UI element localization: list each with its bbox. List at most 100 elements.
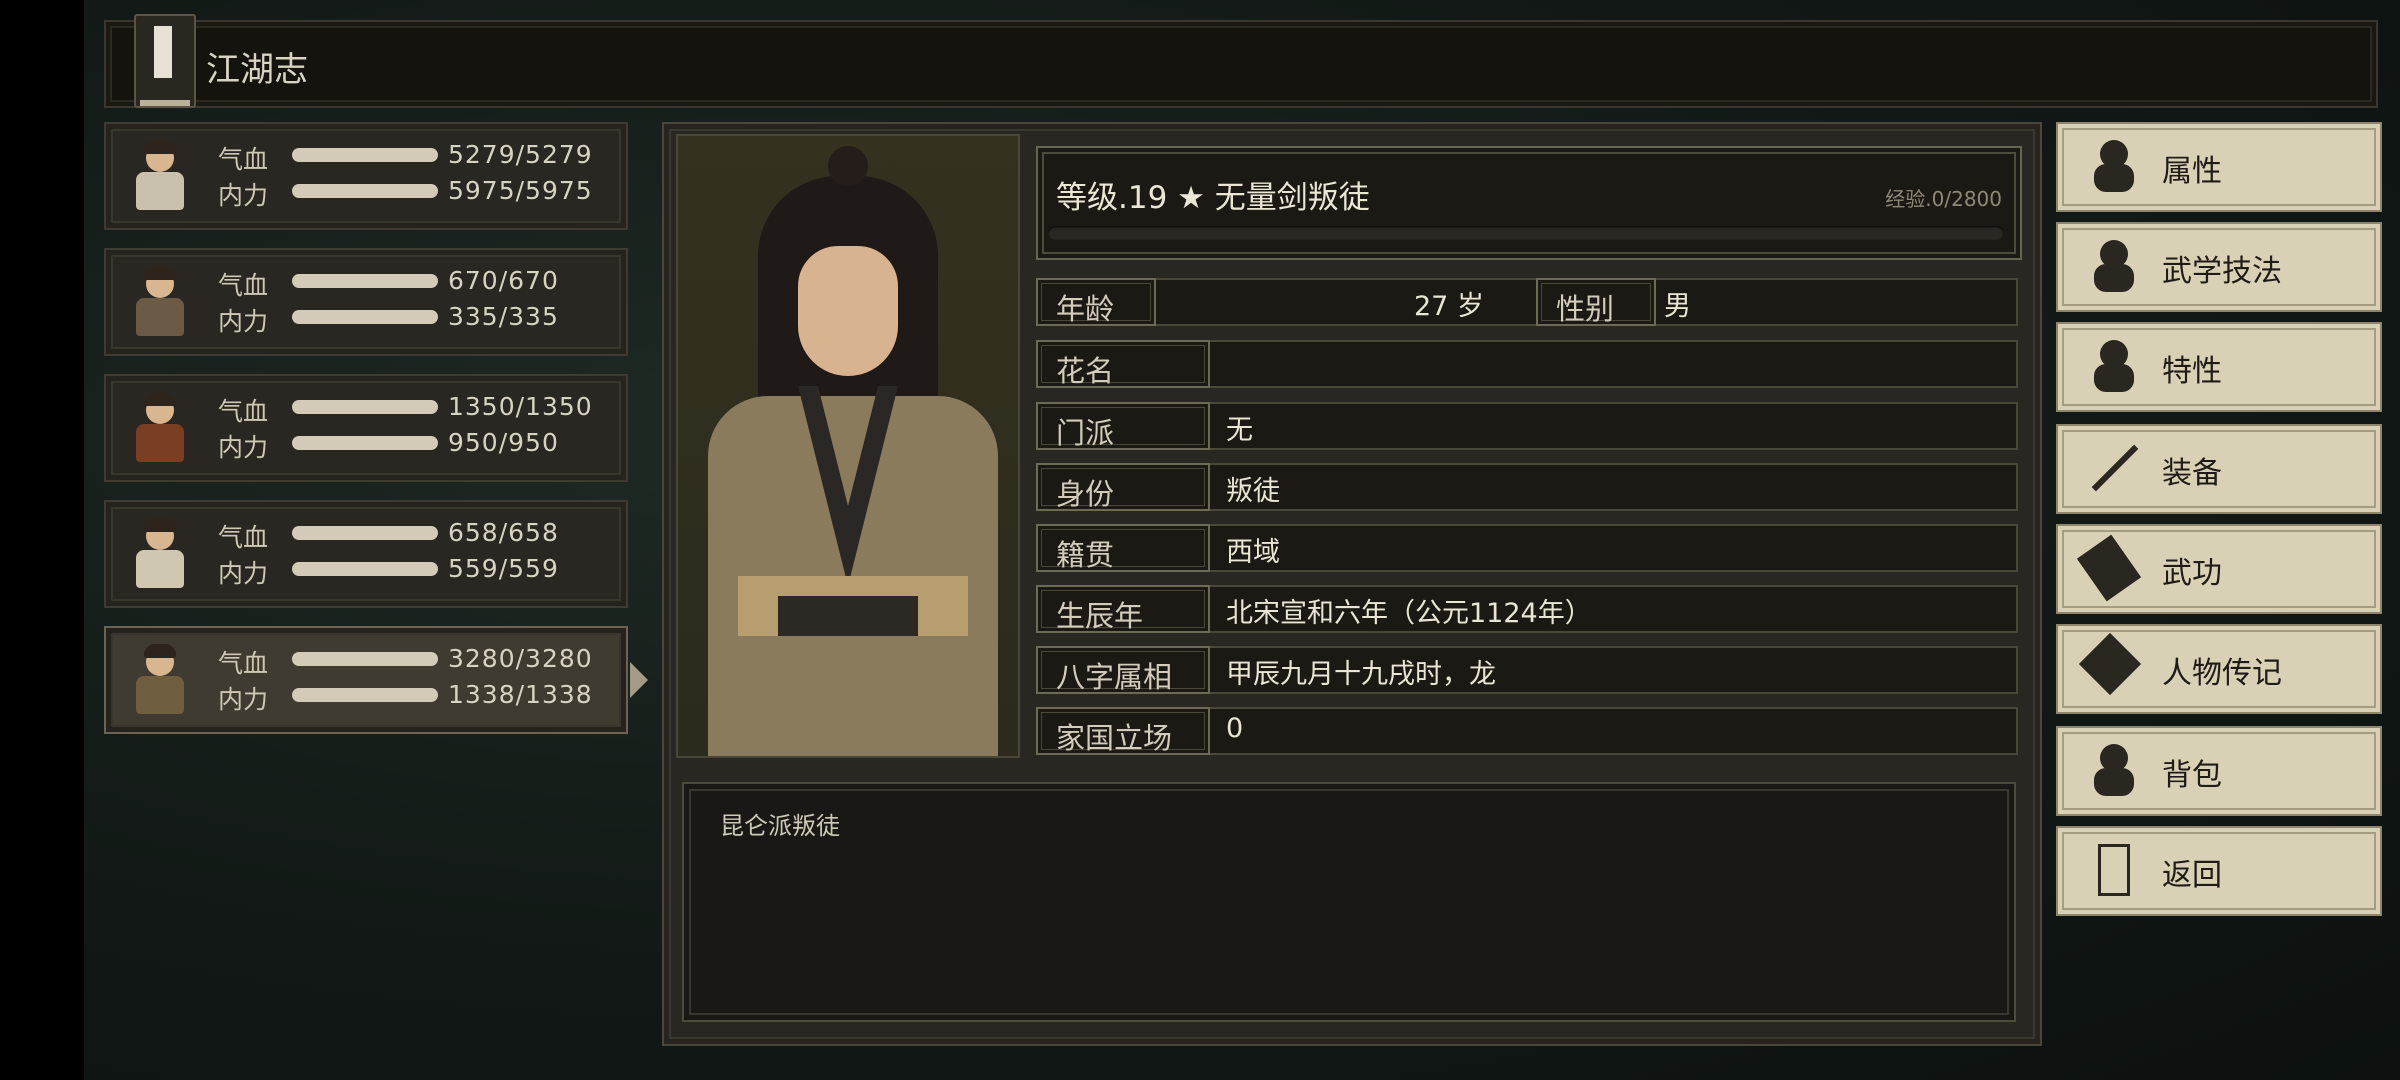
door-icon bbox=[2098, 844, 2130, 896]
menu-button-label: 武功 bbox=[2162, 556, 2222, 591]
bag-icon bbox=[2088, 744, 2140, 796]
field-value: 西域 bbox=[1226, 537, 1280, 568]
menu-button[interactable]: 武学技法 bbox=[2056, 222, 2382, 312]
hp-label: 气血 bbox=[218, 397, 269, 426]
hp-value: 670/670 bbox=[448, 266, 559, 295]
party-member-avatar bbox=[124, 642, 196, 718]
level-title: 等级.19 ★ 无量剑叛徒 bbox=[1056, 180, 1370, 216]
menu-button-label: 武学技法 bbox=[2162, 254, 2282, 289]
party-member-avatar bbox=[124, 264, 196, 340]
menu-button-label: 特性 bbox=[2162, 354, 2222, 389]
manual-book-icon bbox=[2076, 534, 2142, 602]
menu-button-label: 背包 bbox=[2162, 758, 2222, 793]
mp-label: 内力 bbox=[218, 307, 269, 336]
field-label-box: 身份 bbox=[1036, 463, 1210, 511]
field-label-box: 家国立场 bbox=[1036, 707, 1210, 755]
field-label: 门派 bbox=[1056, 416, 1115, 450]
exp-value: 经验.0/2800 bbox=[1885, 187, 2002, 211]
age-label-box: 年龄 bbox=[1036, 278, 1156, 326]
field-label-box: 门派 bbox=[1036, 402, 1210, 450]
field-value: 甲辰九月十九戌时，龙 bbox=[1226, 659, 1496, 690]
field-label: 生辰年 bbox=[1056, 599, 1144, 633]
gender-label-box: 性别 bbox=[1536, 278, 1656, 326]
hp-label: 气血 bbox=[218, 145, 269, 174]
selected-arrow-icon bbox=[630, 662, 648, 698]
gender-value: 男 bbox=[1664, 291, 1691, 322]
mp-value: 559/559 bbox=[448, 554, 559, 583]
menu-button[interactable]: 人物传记 bbox=[2056, 624, 2382, 714]
character-attributes-icon bbox=[2088, 140, 2140, 192]
gender-label: 性别 bbox=[1556, 292, 1615, 326]
book-icon bbox=[134, 14, 196, 108]
menu-button-label: 属性 bbox=[2162, 154, 2222, 189]
mp-value: 1338/1338 bbox=[448, 680, 593, 709]
hp-value: 3280/3280 bbox=[448, 644, 593, 673]
field-label: 八字属相 bbox=[1056, 660, 1173, 694]
mp-label: 内力 bbox=[218, 181, 269, 210]
party-member-avatar bbox=[124, 390, 196, 466]
party-member-card[interactable]: 气血 1350/1350 内力 950/950 bbox=[104, 374, 628, 482]
mp-value: 950/950 bbox=[448, 428, 559, 457]
field-label-box: 生辰年 bbox=[1036, 585, 1210, 633]
menu-button[interactable]: 装备 bbox=[2056, 424, 2382, 514]
field-label: 家国立场 bbox=[1056, 721, 1173, 755]
field-label: 籍贯 bbox=[1056, 538, 1115, 572]
party-member-avatar bbox=[124, 138, 196, 214]
field-value: 叛徒 bbox=[1226, 476, 1280, 507]
menu-button-label: 人物传记 bbox=[2162, 656, 2282, 691]
party-member-card[interactable]: 气血 670/670 内力 335/335 bbox=[104, 248, 628, 356]
hp-label: 气血 bbox=[218, 523, 269, 552]
exp-bar bbox=[1048, 226, 2004, 240]
field-label-box: 花名 bbox=[1036, 340, 1210, 388]
mp-bar bbox=[292, 688, 438, 702]
page-title: 江湖志 bbox=[206, 50, 308, 90]
character-portrait bbox=[676, 134, 1020, 758]
mp-bar bbox=[292, 562, 438, 576]
menu-button[interactable]: 武功 bbox=[2056, 524, 2382, 614]
menu-button[interactable]: 特性 bbox=[2056, 322, 2382, 412]
mp-value: 5975/5975 bbox=[448, 176, 593, 205]
party-member-avatar bbox=[124, 516, 196, 592]
hp-value: 1350/1350 bbox=[448, 392, 593, 421]
screen-border-left bbox=[0, 0, 84, 1080]
field-label-box: 籍贯 bbox=[1036, 524, 1210, 572]
menu-button-label: 装备 bbox=[2162, 456, 2222, 491]
hp-label: 气血 bbox=[218, 271, 269, 300]
field-label-box: 八字属相 bbox=[1036, 646, 1210, 694]
description-text: 昆仑派叛徒 bbox=[720, 812, 840, 840]
traits-icon bbox=[2088, 340, 2140, 392]
age-label: 年龄 bbox=[1056, 292, 1115, 326]
hp-bar bbox=[292, 400, 438, 414]
party-member-card[interactable]: 气血 3280/3280 内力 1338/1338 bbox=[104, 626, 648, 734]
menu-button[interactable]: 返回 bbox=[2056, 826, 2382, 916]
menu-button[interactable]: 属性 bbox=[2056, 122, 2382, 212]
party-member-card[interactable]: 气血 5279/5279 内力 5975/5975 bbox=[104, 122, 628, 230]
field-value: 无 bbox=[1226, 415, 1253, 446]
mp-value: 335/335 bbox=[448, 302, 559, 331]
age-value: 27 岁 bbox=[1414, 291, 1484, 322]
field-label: 花名 bbox=[1056, 354, 1115, 388]
mp-label: 内力 bbox=[218, 559, 269, 588]
hp-value: 5279/5279 bbox=[448, 140, 593, 169]
field-label: 身份 bbox=[1056, 477, 1115, 511]
mp-bar bbox=[292, 310, 438, 324]
menu-button[interactable]: 背包 bbox=[2056, 726, 2382, 816]
hp-bar bbox=[292, 652, 438, 666]
title-bar bbox=[104, 20, 2378, 108]
scroll-icon bbox=[2078, 632, 2142, 696]
hp-label: 气血 bbox=[218, 649, 269, 678]
age-gender-row bbox=[1036, 278, 2018, 326]
mp-label: 内力 bbox=[218, 685, 269, 714]
hp-bar bbox=[292, 274, 438, 288]
hp-bar bbox=[292, 526, 438, 540]
hp-bar bbox=[292, 148, 438, 162]
party-member-card[interactable]: 气血 658/658 内力 559/559 bbox=[104, 500, 628, 608]
field-value: 0 bbox=[1226, 713, 1244, 744]
mp-bar bbox=[292, 436, 438, 450]
menu-button-label: 返回 bbox=[2162, 858, 2222, 893]
mp-label: 内力 bbox=[218, 433, 269, 462]
mp-bar bbox=[292, 184, 438, 198]
hp-value: 658/658 bbox=[448, 518, 559, 547]
martial-skills-icon bbox=[2088, 240, 2140, 292]
field-value: 北宋宣和六年（公元1124年） bbox=[1226, 598, 1592, 629]
